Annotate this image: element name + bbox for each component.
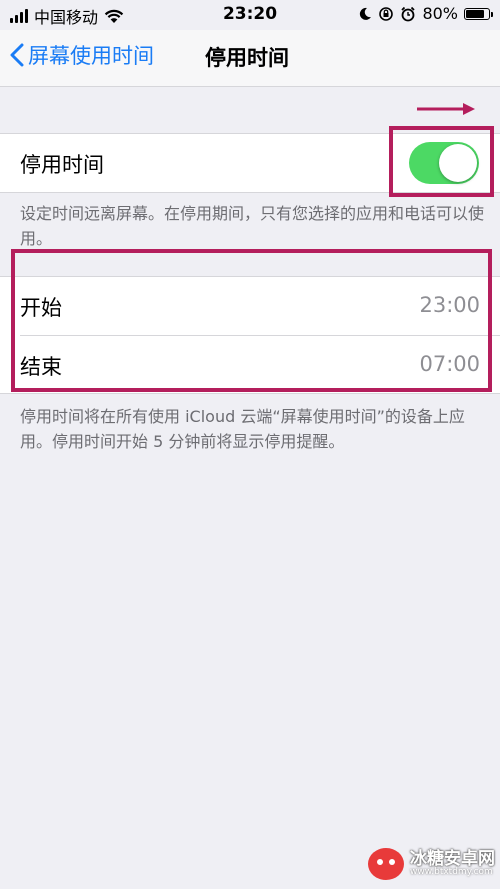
- navigation-bar: 屏幕使用时间 停用时间: [0, 30, 500, 87]
- annotation-box-schedule: [11, 249, 492, 392]
- watermark-name: 冰糖安卓网: [410, 849, 495, 869]
- status-bar: 中国移动 23:20 80%: [0, 0, 500, 30]
- back-button[interactable]: 屏幕使用时间: [10, 40, 154, 70]
- alarm-icon: [401, 6, 416, 21]
- watermark-url: www.btxtdmy.com: [410, 867, 493, 877]
- annotation-arrow: [417, 103, 475, 115]
- page-title: 停用时间: [205, 46, 289, 70]
- schedule-footer: 停用时间将在所有使用 iCloud 云端“屏幕使用时间”的设备上应用。停用时间开…: [20, 407, 465, 451]
- watermark-logo-icon: [368, 848, 404, 880]
- status-right: 80%: [358, 4, 493, 23]
- annotation-box-toggle: [389, 126, 494, 197]
- back-label: 屏幕使用时间: [28, 44, 154, 68]
- battery-percent: 80%: [422, 4, 458, 23]
- watermark: 冰糖安卓网 www.btxtdmy.com: [368, 848, 495, 880]
- moon-icon: [360, 7, 372, 20]
- battery-icon: [464, 7, 493, 20]
- rotation-lock-icon: [379, 6, 394, 21]
- downtime-footer: 设定时间远离屏幕。在停用期间，只有您选择的应用和电话可以使用。: [20, 204, 485, 248]
- chevron-left-icon: [10, 43, 24, 67]
- downtime-label: 停用时间: [20, 153, 104, 177]
- watermark-text: 冰糖安卓网 www.btxtdmy.com: [410, 851, 495, 877]
